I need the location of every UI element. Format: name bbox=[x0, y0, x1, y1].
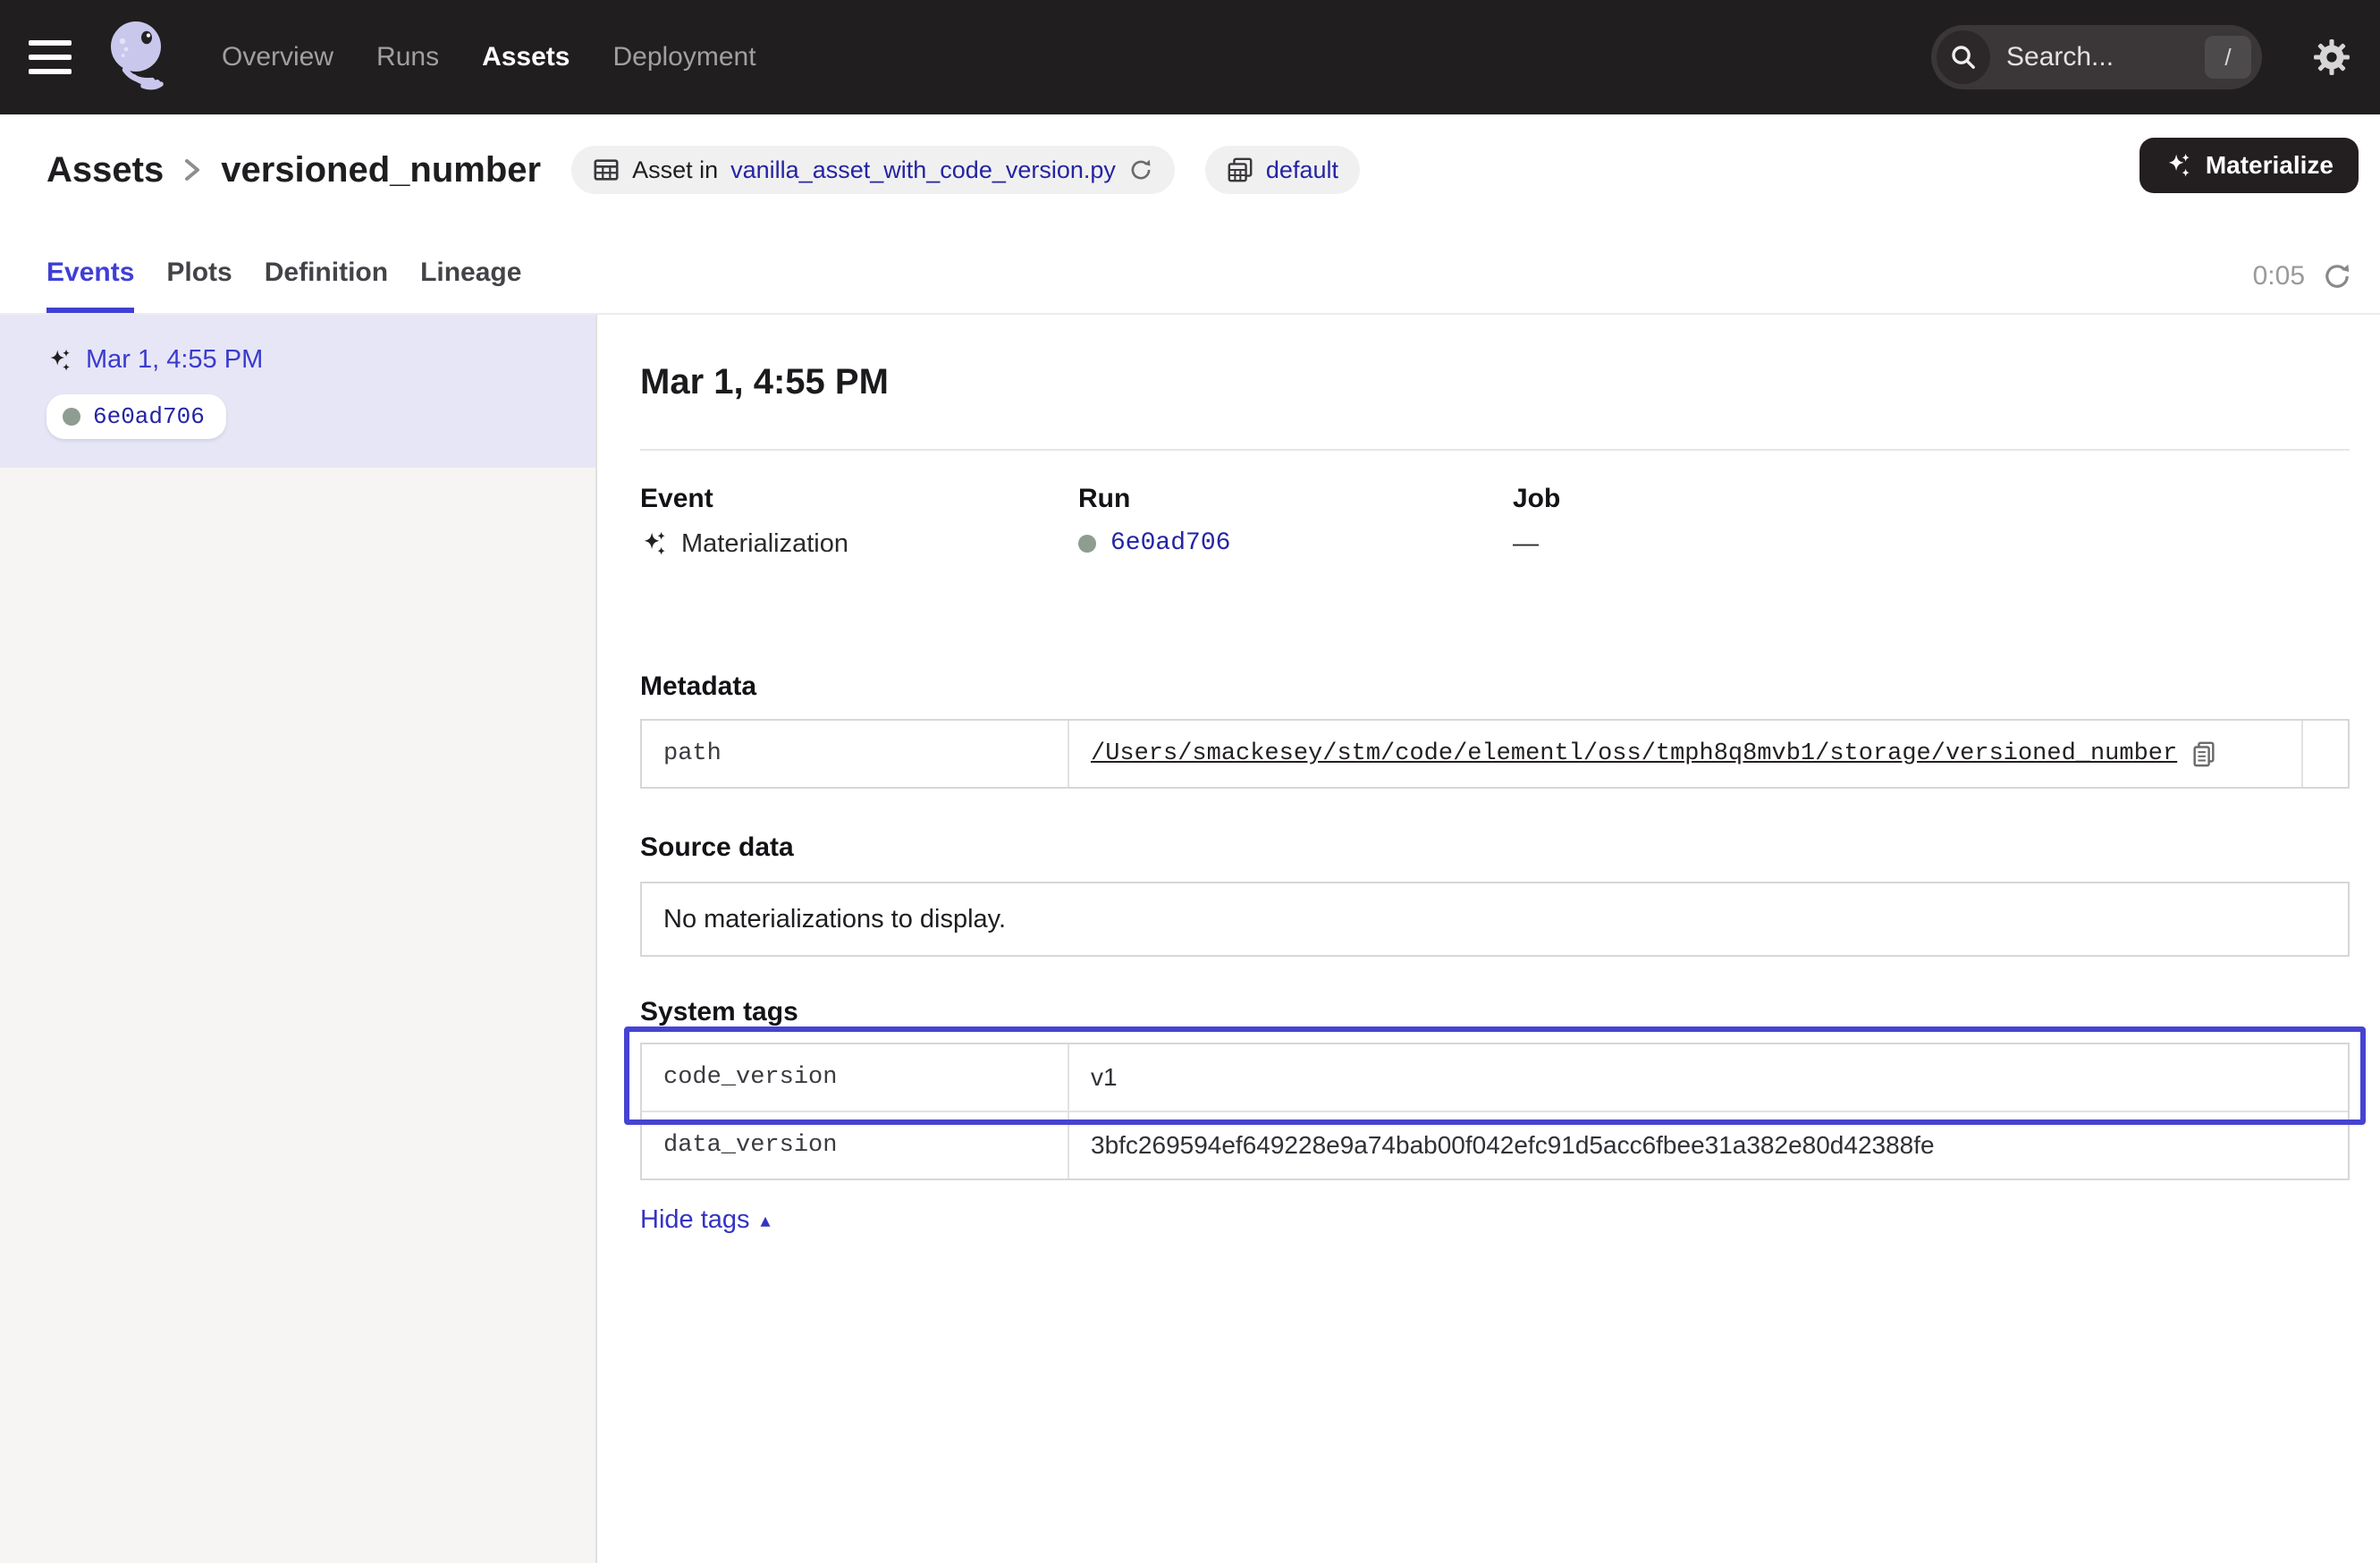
breadcrumb-assets-link[interactable]: Assets bbox=[46, 150, 164, 190]
tab-events[interactable]: Events bbox=[46, 258, 134, 313]
hide-tags-link[interactable]: Hide tags ▴ bbox=[640, 1205, 771, 1235]
asset-events-page: Overview Runs Assets Deployment Search..… bbox=[0, 0, 2380, 1563]
sparkle-icon bbox=[2165, 152, 2191, 179]
source-data-empty-message: No materializations to display. bbox=[640, 882, 2350, 957]
nav-item-runs[interactable]: Runs bbox=[369, 31, 446, 83]
search-shortcut-key: / bbox=[2205, 36, 2251, 79]
tag-value: 3bfc269594ef649228e9a74bab00f042efc91d5a… bbox=[1069, 1112, 2348, 1179]
tag-value: v1 bbox=[1069, 1044, 2348, 1111]
code-location-badge[interactable]: default bbox=[1205, 146, 1360, 194]
tag-key: code_version bbox=[642, 1044, 1069, 1111]
path-value-link[interactable]: /Users/smackesey/stm/code/elementl/oss/t… bbox=[1091, 738, 2177, 770]
event-detail-title: Mar 1, 4:55 PM bbox=[640, 363, 2350, 401]
run-status-dot bbox=[63, 408, 80, 426]
metadata-key: path bbox=[642, 721, 1069, 787]
event-summary-columns: Event Materialization Run bbox=[640, 483, 2350, 560]
nav-item-overview[interactable]: Overview bbox=[215, 31, 341, 83]
job-label: Job bbox=[1513, 483, 2350, 515]
metadata-heading: Metadata bbox=[640, 671, 2350, 703]
event-list-item[interactable]: Mar 1, 4:55 PM 6e0ad706 bbox=[0, 315, 595, 468]
materialization-sparkle-icon bbox=[46, 348, 72, 373]
event-timestamp-link[interactable]: Mar 1, 4:55 PM bbox=[46, 345, 567, 375]
tabs: Events Plots Definition Lineage 0:05 bbox=[46, 258, 2351, 313]
content: Mar 1, 4:55 PM 6e0ad706 Mar 1, 4:55 PM E… bbox=[0, 315, 2380, 1563]
reload-definition-icon[interactable] bbox=[1128, 157, 1153, 182]
system-tags-table: code_version v1 data_version 3bfc269594e… bbox=[640, 1043, 2350, 1180]
page-header: Assets versioned_number Asset in vanilla… bbox=[0, 114, 2380, 315]
materialization-sparkle-icon bbox=[640, 530, 667, 557]
divider bbox=[640, 449, 2350, 451]
hide-tags-label: Hide tags bbox=[640, 1205, 750, 1235]
refresh-zone: 0:05 bbox=[2253, 261, 2351, 313]
materialize-label: Materialize bbox=[2206, 151, 2334, 180]
metadata-actions-cell bbox=[2301, 721, 2348, 787]
job-empty-value: — bbox=[1513, 528, 1539, 560]
table-row: data_version 3bfc269594ef649228e9a74bab0… bbox=[642, 1111, 2348, 1179]
tab-plots[interactable]: Plots bbox=[166, 258, 232, 313]
primary-nav: Overview Runs Assets Deployment bbox=[215, 31, 764, 83]
chevron-right-icon bbox=[181, 157, 203, 182]
breadcrumb: Assets versioned_number Asset in vanilla… bbox=[0, 114, 2380, 200]
caret-up-icon: ▴ bbox=[761, 1209, 771, 1232]
event-type-value: Materialization bbox=[681, 528, 848, 560]
run-status-dot bbox=[1078, 535, 1096, 553]
run-label: Run bbox=[1078, 483, 1513, 515]
materialize-button[interactable]: Materialize bbox=[2139, 138, 2359, 193]
nav-item-assets[interactable]: Assets bbox=[475, 31, 577, 83]
menu-icon[interactable] bbox=[29, 40, 72, 74]
job-column: Job — bbox=[1513, 483, 2350, 560]
code-location-label: default bbox=[1266, 156, 1338, 184]
source-data-heading: Source data bbox=[640, 832, 2350, 864]
run-column: Run 6e0ad706 bbox=[1078, 483, 1513, 560]
copy-icon[interactable] bbox=[2191, 740, 2216, 767]
tab-lineage[interactable]: Lineage bbox=[420, 258, 521, 313]
refresh-icon[interactable] bbox=[2323, 262, 2351, 291]
event-column: Event Materialization bbox=[640, 483, 1078, 560]
run-chip[interactable]: 6e0ad706 bbox=[46, 394, 226, 439]
event-detail-panel: Mar 1, 4:55 PM Event Materialization bbox=[597, 315, 2380, 1563]
search-input[interactable]: Search... / bbox=[1931, 25, 2262, 89]
event-list-sidebar: Mar 1, 4:55 PM 6e0ad706 bbox=[0, 315, 597, 1563]
event-label: Event bbox=[640, 483, 1078, 515]
run-id-link[interactable]: 6e0ad706 bbox=[1110, 528, 1230, 560]
asset-file-link[interactable]: vanilla_asset_with_code_version.py bbox=[730, 156, 1116, 184]
system-tags-heading: System tags bbox=[640, 996, 2350, 1028]
table-row: code_version v1 bbox=[642, 1044, 2348, 1111]
table-row: path /Users/smackesey/stm/code/elementl/… bbox=[642, 721, 2348, 787]
search-placeholder: Search... bbox=[2006, 42, 2205, 72]
run-chip-id: 6e0ad706 bbox=[93, 403, 205, 430]
search-icon bbox=[1937, 30, 1990, 84]
page-title: versioned_number bbox=[221, 150, 541, 190]
settings-gear-icon[interactable] bbox=[2312, 38, 2351, 77]
asset-definition-badge[interactable]: Asset in vanilla_asset_with_code_version… bbox=[571, 146, 1175, 194]
asset-in-prefix: Asset in bbox=[632, 156, 718, 184]
tab-definition[interactable]: Definition bbox=[265, 258, 388, 313]
refresh-countdown: 0:05 bbox=[2253, 261, 2305, 291]
metadata-table: path /Users/smackesey/stm/code/elementl/… bbox=[640, 719, 2350, 789]
event-timestamp-label: Mar 1, 4:55 PM bbox=[86, 345, 263, 375]
top-nav: Overview Runs Assets Deployment Search..… bbox=[0, 0, 2380, 114]
workspace-icon bbox=[1227, 156, 1253, 183]
system-tags-table-wrap: code_version v1 data_version 3bfc269594e… bbox=[640, 1043, 2350, 1180]
dagster-logo-icon[interactable] bbox=[104, 18, 172, 97]
table-grid-icon bbox=[593, 156, 620, 183]
tag-key: data_version bbox=[642, 1112, 1069, 1179]
nav-item-deployment[interactable]: Deployment bbox=[605, 31, 763, 83]
